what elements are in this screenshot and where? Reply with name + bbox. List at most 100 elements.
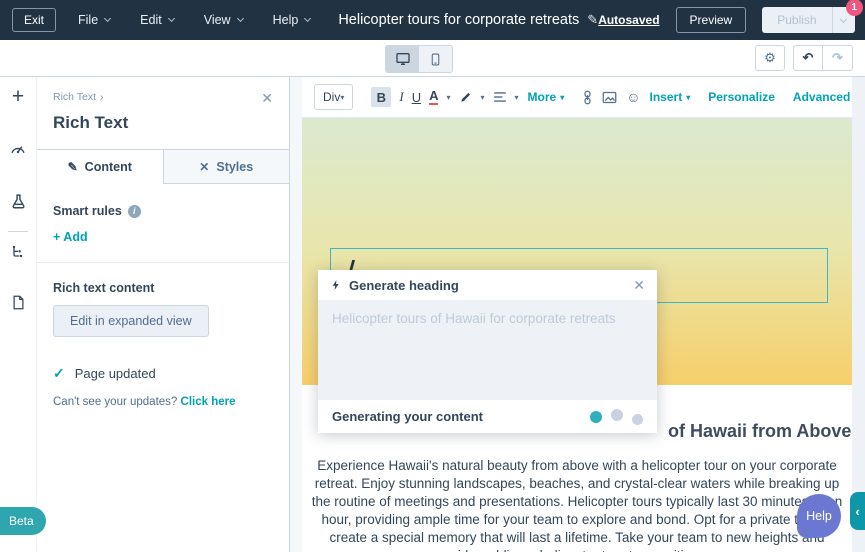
page-title: Helicopter tours for corporate retreats ✎: [338, 12, 598, 28]
styles-icon: ✕: [199, 160, 209, 174]
page-updated-status: ✓ Page updated: [53, 365, 273, 382]
emoji-button[interactable]: ☺: [626, 89, 640, 105]
menu-edit-label: Edit: [140, 13, 162, 27]
modal-title: Generate heading: [349, 278, 459, 293]
breadcrumb-chevron-icon: ›: [100, 91, 104, 103]
edit-title-pencil-icon[interactable]: ✎: [587, 12, 598, 27]
link-icon: [582, 90, 593, 105]
autosaved-link[interactable]: Autosaved: [598, 13, 659, 27]
optimize-button[interactable]: [8, 139, 28, 159]
check-icon: ✓: [53, 365, 65, 382]
insert-menu-button[interactable]: Insert▾: [650, 90, 691, 104]
page-heading[interactable]: of Hawaii from Above: [668, 421, 851, 442]
settings-button[interactable]: ⚙: [755, 45, 785, 71]
flask-icon: [10, 193, 27, 210]
tab-styles[interactable]: ✕Styles: [164, 150, 290, 184]
caret-down-icon[interactable]: ▾: [515, 93, 519, 102]
close-modal-icon[interactable]: ✕: [633, 277, 645, 294]
generating-status-text: Generating your content: [332, 409, 483, 424]
chevron-down-icon: [104, 15, 111, 22]
underline-button[interactable]: U: [412, 90, 421, 105]
right-gutter: [852, 77, 865, 552]
updates-question-text: Can't see your updates?: [53, 396, 177, 408]
publish-split-button: Publish 1: [762, 7, 854, 33]
preview-button[interactable]: Preview: [676, 7, 747, 33]
chevron-down-icon: [840, 15, 847, 22]
module-panel: Rich Text› ✕ Rich Text ✎Content ✕Styles …: [36, 77, 290, 552]
prompt-input-area[interactable]: Helicopter tours of Hawaii for corporate…: [318, 300, 657, 400]
menu-edit[interactable]: Edit: [140, 13, 174, 27]
italic-button[interactable]: I: [399, 89, 403, 105]
mobile-icon: [429, 52, 442, 67]
personalize-button[interactable]: Personalize: [708, 90, 775, 104]
chevron-down-icon: [168, 15, 175, 22]
advanced-menu-button[interactable]: Advanced▾: [793, 90, 852, 104]
block-format-value: Div: [323, 90, 340, 104]
publish-button[interactable]: Publish: [762, 7, 832, 33]
caret-down-icon[interactable]: ▾: [446, 93, 450, 102]
contents-tree-button[interactable]: [8, 242, 28, 262]
test-button[interactable]: [8, 191, 28, 211]
format-group: B I U A ▾ ▾ ▾: [371, 87, 518, 107]
exit-button[interactable]: Exit: [12, 8, 56, 32]
chevron-down-icon: [304, 15, 311, 22]
rich-text-toolbar: Div▾ B I U A ▾ ▾ ▾ More▾: [302, 77, 852, 118]
image-icon: [602, 91, 617, 104]
status-text: Page updated: [75, 366, 156, 381]
device-toggle-group: [385, 45, 453, 73]
panel-header-row: Rich Text › ✕: [53, 91, 273, 105]
menu-help-label: Help: [273, 13, 299, 27]
help-button[interactable]: Help: [797, 494, 841, 538]
personalize-label: Personalize: [708, 90, 775, 104]
page-settings-button[interactable]: [8, 292, 28, 312]
block-format-select[interactable]: Div▾: [314, 84, 353, 110]
menu-view-label: View: [204, 13, 231, 27]
page-paragraph[interactable]: Experience Hawaii's natural beauty from …: [308, 457, 846, 552]
panel-title: Rich Text: [53, 113, 273, 133]
edit-expanded-view-button[interactable]: Edit in expanded view: [53, 305, 209, 337]
tab-content[interactable]: ✎Content: [37, 150, 164, 184]
link-button[interactable]: [582, 90, 593, 105]
add-module-button[interactable]: +: [8, 87, 28, 107]
pencil-icon: ✎: [68, 160, 78, 174]
click-here-link[interactable]: Click here: [181, 396, 236, 408]
menu-bar: File Edit View Help: [78, 13, 310, 27]
page-title-text: Helicopter tours for corporate retreats: [338, 12, 579, 28]
info-icon[interactable]: i: [128, 205, 141, 218]
plus-icon: +: [12, 85, 24, 109]
caret-down-icon[interactable]: ▾: [481, 93, 485, 102]
menu-view[interactable]: View: [204, 13, 243, 27]
redo-button[interactable]: ↷: [823, 45, 853, 71]
beta-badge[interactable]: Beta: [0, 507, 46, 535]
breadcrumb-label: Rich Text: [53, 91, 96, 103]
caret-down-icon: ▾: [340, 93, 344, 102]
bold-button[interactable]: B: [371, 87, 391, 107]
redo-icon: ↷: [832, 50, 843, 66]
gauge-icon: [9, 140, 27, 158]
image-button[interactable]: [602, 91, 617, 104]
smart-rules-label: Smart rulesi: [53, 204, 273, 218]
notification-badge[interactable]: 1: [846, 0, 863, 16]
align-button[interactable]: [493, 91, 507, 103]
menu-help[interactable]: Help: [273, 13, 311, 27]
more-menu-button[interactable]: More▾: [528, 90, 565, 104]
view-options-bar: ⚙ ↶ ↷: [0, 40, 865, 77]
highlight-pen-button[interactable]: [459, 90, 473, 104]
undo-button[interactable]: ↶: [793, 45, 823, 71]
breadcrumb[interactable]: Rich Text ›: [53, 91, 104, 103]
smiley-icon: ☺: [626, 89, 640, 105]
collapse-panel-tab[interactable]: ‹: [850, 492, 865, 530]
undo-icon: ↶: [803, 50, 814, 66]
add-smart-rule-link[interactable]: + Add: [53, 230, 273, 244]
lightning-bolt-icon: [330, 278, 342, 292]
desktop-view-button[interactable]: [386, 46, 419, 72]
tree-icon: [10, 244, 26, 260]
advanced-label: Advanced: [793, 90, 850, 104]
font-color-button[interactable]: A: [429, 89, 438, 105]
menu-file[interactable]: File: [78, 13, 110, 27]
undo-redo-group: ↶ ↷: [793, 45, 853, 71]
close-panel-icon[interactable]: ✕: [261, 91, 273, 105]
mobile-view-button[interactable]: [419, 46, 452, 72]
page-canvas: Div▾ B I U A ▾ ▾ ▾ More▾: [302, 77, 852, 552]
page-editor-app: Exit File Edit View Help Helicopter tour…: [0, 0, 865, 552]
